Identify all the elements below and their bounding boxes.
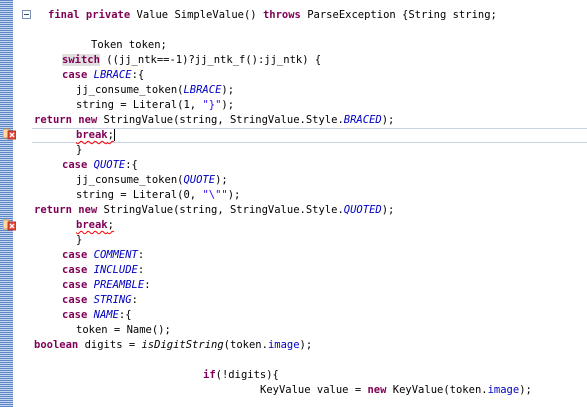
code-token: :{ (118, 309, 132, 321)
text-caret (113, 129, 115, 141)
code-token: COMMENT (93, 249, 138, 261)
code-token: : (131, 294, 138, 306)
code-token: if (203, 369, 216, 381)
code-editor[interactable]: final private Value SimpleValue() throws… (0, 0, 587, 407)
code-token: ; (107, 219, 114, 231)
code-line[interactable]: Token token; (91, 38, 167, 53)
code-token: ); (299, 339, 313, 351)
code-token: case (62, 69, 88, 81)
code-token: jj_consume_token( (76, 84, 184, 96)
code-token: break (76, 129, 108, 141)
code-token: : (137, 264, 145, 276)
code-line[interactable]: case INCLUDE: (62, 263, 144, 278)
code-token: (token. (223, 339, 268, 351)
code-token: "}" (202, 99, 222, 111)
code-line[interactable]: return new StringValue(string, StringVal… (34, 113, 394, 128)
code-token: case (62, 159, 88, 171)
code-token: case (62, 294, 88, 306)
code-token: switch (62, 54, 100, 66)
code-line[interactable]: case PREAMBLE: (62, 278, 151, 293)
code-line[interactable]: final private Value SimpleValue() throws… (48, 8, 497, 23)
code-token: PREAMBLE (93, 279, 145, 291)
code-token: Token token; (91, 39, 167, 51)
code-token: KeyValue(token. (386, 384, 488, 396)
code-token: LBRACE (93, 69, 132, 81)
code-area[interactable]: final private Value SimpleValue() throws… (0, 0, 587, 407)
code-token: QUOTED (343, 204, 382, 216)
code-token: ParseException {String string; (300, 9, 497, 21)
code-token: ); (381, 204, 395, 216)
code-token: return (34, 204, 72, 216)
code-token: BRACED (343, 114, 382, 126)
code-token: ); (227, 189, 241, 201)
code-line[interactable]: case COMMENT: (62, 248, 144, 263)
code-line[interactable]: switch ((jj_ntk==-1)?jj_ntk_f():jj_ntk) … (62, 53, 321, 68)
code-line[interactable]: token = Name(); (76, 323, 171, 338)
code-token: StringValue(string, StringValue.Style. (97, 114, 344, 126)
code-token: "\"" (202, 189, 228, 201)
code-token: final private (48, 9, 131, 21)
code-token: image (267, 339, 300, 351)
code-token: jj_consume_token( (76, 174, 184, 186)
code-token: ); (381, 114, 395, 126)
code-token: ); (215, 174, 228, 186)
code-line[interactable]: return new StringValue(string, StringVal… (34, 203, 394, 218)
code-token: digits = (78, 339, 142, 351)
code-token: } (76, 144, 83, 156)
code-token: ); (221, 84, 235, 96)
code-line[interactable]: string = Literal(1, "}"); (76, 98, 234, 113)
code-token: case (62, 309, 88, 321)
code-token: ); (519, 384, 532, 396)
code-token: return (34, 114, 72, 126)
code-line[interactable]: jj_consume_token(LBRACE); (76, 83, 234, 98)
code-token: ((jj_ntk==-1)?jj_ntk_f():jj_ntk) { (99, 54, 322, 66)
code-token: ); (221, 99, 235, 111)
code-line[interactable]: KeyValue value = new KeyValue(token.imag… (260, 383, 532, 398)
code-token: new (367, 384, 387, 396)
code-token: case (62, 264, 88, 276)
code-token: LBRACE (183, 84, 222, 96)
code-token: KeyValue value = (260, 384, 368, 396)
code-token: isDigitString (141, 339, 224, 351)
code-line[interactable]: case QUOTE:{ (62, 158, 138, 173)
code-token: image (487, 384, 520, 396)
code-line[interactable]: case STRING: (62, 293, 138, 308)
code-line[interactable]: case NAME:{ (62, 308, 132, 323)
code-token: : (144, 279, 151, 291)
code-token: case (62, 279, 88, 291)
code-token: QUOTE (183, 174, 216, 186)
code-token: StringValue(string, StringValue.Style. (97, 204, 344, 216)
code-token: new (78, 114, 98, 126)
code-line[interactable]: break; (76, 218, 114, 233)
code-line[interactable]: } (76, 143, 82, 158)
code-token: string = Literal(0, (76, 189, 203, 201)
code-token: string = Literal(1, (76, 99, 203, 111)
code-line[interactable]: jj_consume_token(QUOTE); (76, 173, 228, 188)
code-token: case (62, 249, 88, 261)
code-token: boolean (34, 339, 79, 351)
code-token: } (76, 234, 83, 246)
code-token: token = Name(); (76, 324, 171, 336)
code-token: new (78, 204, 98, 216)
code-line[interactable]: if(!digits){ (203, 368, 279, 383)
code-token: INCLUDE (93, 264, 138, 276)
code-token: (!digits){ (215, 369, 279, 381)
code-line[interactable]: break; (76, 128, 115, 143)
code-line[interactable]: boolean digits = isDigitString(token.ima… (34, 338, 312, 353)
code-token: break (76, 219, 108, 231)
code-token: throws (262, 9, 301, 21)
code-token: NAME (93, 309, 119, 321)
code-line[interactable]: case LBRACE:{ (62, 68, 144, 83)
code-line[interactable]: string = Literal(0, "\""); (76, 188, 240, 203)
code-token: STRING (93, 294, 132, 306)
code-token: :{ (125, 159, 138, 171)
code-token: : (137, 249, 145, 261)
code-token: QUOTE (93, 159, 126, 171)
code-line[interactable]: } (76, 233, 82, 248)
code-token: Value SimpleValue() (130, 9, 263, 21)
code-token: :{ (131, 69, 145, 81)
